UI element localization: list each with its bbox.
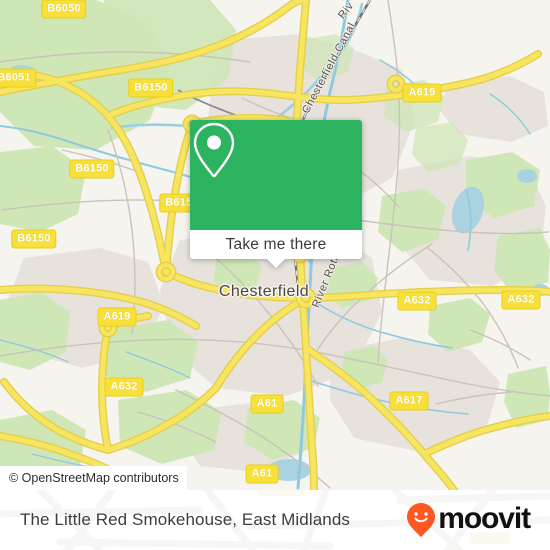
road-shield-a632-c[interactable]: A632	[104, 377, 144, 397]
road-shield-a61-a[interactable]: A61	[250, 394, 284, 414]
moovit-wordmark: moovit	[438, 502, 531, 535]
road-shield-a617[interactable]: A617	[389, 391, 429, 411]
road-shield-b6051[interactable]: B6051	[0, 68, 37, 88]
map-attribution[interactable]: © OpenStreetMap contributors	[0, 466, 187, 490]
location-title: The Little Red Smokehouse, East Midlands	[20, 510, 351, 529]
popup-pointer	[267, 259, 285, 268]
road-shield-b6150-b[interactable]: B6150	[69, 159, 115, 179]
moovit-smiley-pin-icon	[407, 503, 436, 537]
road-shield-a632-b[interactable]: A632	[501, 290, 541, 310]
moovit-logo[interactable]: moovit	[406, 502, 531, 538]
footer-content: The Little Red Smokehouse, East Midlands…	[0, 490, 550, 550]
road-shield-a619-a[interactable]: A619	[402, 83, 442, 103]
popup-header	[190, 120, 362, 230]
road-shield-b6150-a[interactable]: B6150	[128, 78, 174, 98]
location-popup-card[interactable]: Take me there	[190, 120, 362, 268]
road-shield-a61-b[interactable]: A61	[245, 464, 279, 484]
place-label-chesterfield: Chesterfield	[218, 283, 310, 300]
take-me-there-label: Take me there	[225, 235, 327, 253]
road-shield-a619-b[interactable]: A619	[97, 307, 137, 327]
road-shield-a632-a[interactable]: A632	[397, 291, 437, 311]
map-canvas[interactable]: Chesterfield Chesterfield Canal River Ro…	[0, 0, 550, 490]
footer-bar: The Little Red Smokehouse, East Midlands…	[0, 490, 550, 550]
road-shield-b6050[interactable]: B6050	[41, 0, 87, 19]
moovit-location-card: Chesterfield Chesterfield Canal River Ro…	[0, 0, 550, 550]
map-pin-icon	[193, 122, 235, 178]
popup-footer[interactable]: Take me there	[190, 230, 362, 268]
road-shield-b6150-d[interactable]: B6150	[11, 229, 57, 249]
